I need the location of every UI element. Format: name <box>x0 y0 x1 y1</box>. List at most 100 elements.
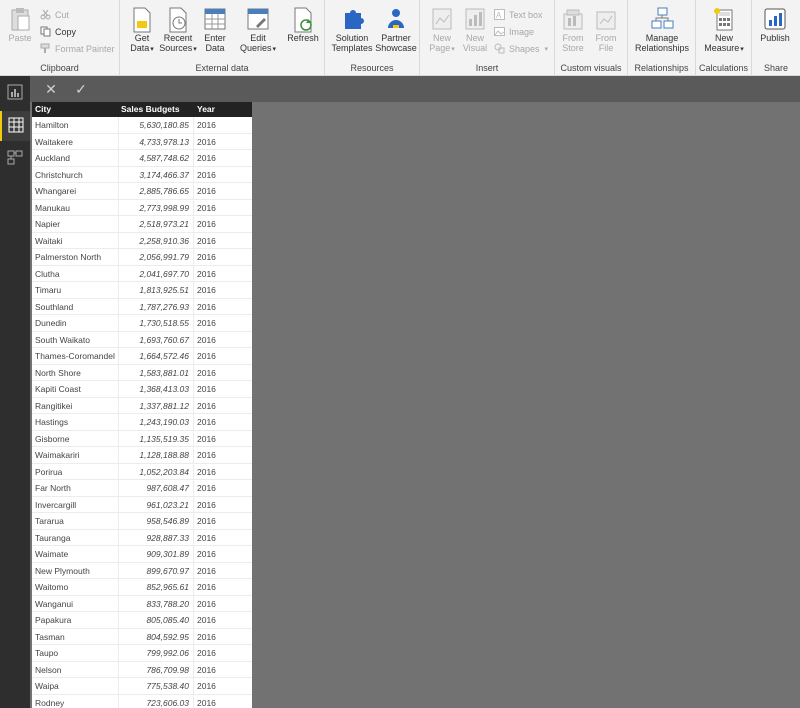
edit-queries-button[interactable]: Edit Queries▾ <box>238 6 278 55</box>
table-row[interactable]: Porirua 1,052,203.84 2016 <box>32 463 252 480</box>
year-cell[interactable]: 2016 <box>194 464 252 480</box>
year-cell[interactable]: 2016 <box>194 150 252 166</box>
year-cell[interactable]: 2016 <box>194 282 252 298</box>
year-cell[interactable]: 2016 <box>194 134 252 150</box>
city-cell[interactable]: Christchurch <box>32 167 118 183</box>
year-cell[interactable]: 2016 <box>194 447 252 463</box>
table-row[interactable]: Hastings 1,243,190.03 2016 <box>32 414 252 431</box>
city-cell[interactable]: Rodney <box>32 695 118 708</box>
city-cell[interactable]: Thames-Coromandel <box>32 348 118 364</box>
year-cell[interactable]: 2016 <box>194 563 252 579</box>
city-cell[interactable]: Palmerston North <box>32 249 118 265</box>
sales-budgets-cell[interactable]: 1,730,518.55 <box>118 315 194 331</box>
sales-budgets-cell[interactable]: 852,965.61 <box>118 579 194 595</box>
format-painter-button[interactable]: Format Painter <box>40 43 115 54</box>
table-row[interactable]: Kapiti Coast 1,368,413.03 2016 <box>32 381 252 398</box>
new-measure-button[interactable]: New Measure▾ <box>704 6 744 55</box>
city-cell[interactable]: Tararua <box>32 513 118 529</box>
year-cell[interactable]: 2016 <box>194 266 252 282</box>
refresh-button[interactable]: Refresh <box>283 6 323 43</box>
table-row[interactable]: Tasman 804,592.95 2016 <box>32 628 252 645</box>
city-cell[interactable]: Far North <box>32 480 118 496</box>
cut-button[interactable]: Cut <box>40 9 69 20</box>
city-cell[interactable]: New Plymouth <box>32 563 118 579</box>
table-row[interactable]: Dunedin 1,730,518.55 2016 <box>32 315 252 332</box>
year-cell[interactable]: 2016 <box>194 645 252 661</box>
city-cell[interactable]: Hastings <box>32 414 118 430</box>
city-cell[interactable]: Dunedin <box>32 315 118 331</box>
city-cell[interactable]: Napier <box>32 216 118 232</box>
city-cell[interactable]: Clutha <box>32 266 118 282</box>
year-cell[interactable]: 2016 <box>194 497 252 513</box>
year-cell[interactable]: 2016 <box>194 299 252 315</box>
sales-budgets-cell[interactable]: 2,885,786.65 <box>118 183 194 199</box>
year-cell[interactable]: 2016 <box>194 332 252 348</box>
sales-budgets-cell[interactable]: 1,787,276.93 <box>118 298 194 314</box>
year-cell[interactable]: 2016 <box>194 167 252 183</box>
sales-budgets-cell[interactable]: 1,128,188.88 <box>118 447 194 463</box>
new-visual-button[interactable]: New Visual <box>455 6 495 53</box>
year-cell[interactable]: 2016 <box>194 200 252 216</box>
table-row[interactable]: Thames-Coromandel 1,664,572.46 2016 <box>32 348 252 365</box>
image-button[interactable]: Image <box>494 26 534 37</box>
table-row[interactable]: Waimate 909,301.89 2016 <box>32 546 252 563</box>
table-row[interactable]: Taupo 799,992.06 2016 <box>32 645 252 662</box>
year-cell[interactable]: 2016 <box>194 431 252 447</box>
year-cell[interactable]: 2016 <box>194 398 252 414</box>
table-row[interactable]: South Waikato 1,693,760.67 2016 <box>32 331 252 348</box>
city-cell[interactable]: Wanganui <box>32 596 118 612</box>
city-cell[interactable]: Invercargill <box>32 497 118 513</box>
year-cell[interactable]: 2016 <box>194 233 252 249</box>
sales-budgets-cell[interactable]: 928,887.33 <box>118 529 194 545</box>
city-cell[interactable]: Hamilton <box>32 117 118 133</box>
commit-formula-button[interactable]: ✓ <box>68 79 94 99</box>
city-cell[interactable]: Waimate <box>32 546 118 562</box>
sales-budgets-cell[interactable]: 1,693,760.67 <box>118 331 194 347</box>
from-file-button[interactable]: From File <box>586 6 626 53</box>
city-cell[interactable]: Tauranga <box>32 530 118 546</box>
sales-budgets-cell[interactable]: 2,041,697.70 <box>118 265 194 281</box>
table-row[interactable]: Rodney 723,606.03 2016 <box>32 694 252 708</box>
year-cell[interactable]: 2016 <box>194 348 252 364</box>
year-cell[interactable]: 2016 <box>194 546 252 562</box>
sales-budgets-cell[interactable]: 1,052,203.84 <box>118 463 194 479</box>
sales-budgets-cell[interactable]: 958,546.89 <box>118 513 194 529</box>
cancel-formula-button[interactable]: ✕ <box>38 79 64 99</box>
year-cell[interactable]: 2016 <box>194 513 252 529</box>
city-cell[interactable]: Waitaki <box>32 233 118 249</box>
sales-budgets-cell[interactable]: 1,664,572.46 <box>118 348 194 364</box>
table-row[interactable]: New Plymouth 899,670.97 2016 <box>32 562 252 579</box>
table-row[interactable]: Southland 1,787,276.93 2016 <box>32 298 252 315</box>
year-cell[interactable]: 2016 <box>194 695 252 708</box>
sales-budgets-cell[interactable]: 2,056,991.79 <box>118 249 194 265</box>
column-header-sales-budgets[interactable]: Sales Budgets <box>118 102 194 117</box>
paste-button[interactable]: Paste <box>0 6 40 43</box>
table-row[interactable]: Waitaki 2,258,910.36 2016 <box>32 232 252 249</box>
table-row[interactable]: Papakura 805,085.40 2016 <box>32 612 252 629</box>
column-header-year[interactable]: Year <box>194 102 252 117</box>
city-cell[interactable]: Timaru <box>32 282 118 298</box>
city-cell[interactable]: Papakura <box>32 612 118 628</box>
report-view-button[interactable] <box>0 78 30 108</box>
table-row[interactable]: Auckland 4,587,748.62 2016 <box>32 150 252 167</box>
city-cell[interactable]: Nelson <box>32 662 118 678</box>
city-cell[interactable]: Manukau <box>32 200 118 216</box>
sales-budgets-cell[interactable]: 2,258,910.36 <box>118 232 194 248</box>
city-cell[interactable]: Whangarei <box>32 183 118 199</box>
sales-budgets-cell[interactable]: 899,670.97 <box>118 562 194 578</box>
table-row[interactable]: Tauranga 928,887.33 2016 <box>32 529 252 546</box>
relationships-view-button[interactable] <box>0 143 30 173</box>
year-cell[interactable]: 2016 <box>194 480 252 496</box>
table-row[interactable]: Timaru 1,813,925.51 2016 <box>32 282 252 299</box>
sales-budgets-cell[interactable]: 833,788.20 <box>118 595 194 611</box>
city-cell[interactable]: South Waikato <box>32 332 118 348</box>
year-cell[interactable]: 2016 <box>194 365 252 381</box>
sales-budgets-cell[interactable]: 1,135,519.35 <box>118 430 194 446</box>
enter-data-button[interactable]: Enter Data <box>195 6 235 53</box>
sales-budgets-cell[interactable]: 1,243,190.03 <box>118 414 194 430</box>
sales-budgets-cell[interactable]: 4,587,748.62 <box>118 150 194 166</box>
table-row[interactable]: Waitomo 852,965.61 2016 <box>32 579 252 596</box>
year-cell[interactable]: 2016 <box>194 117 252 133</box>
table-row[interactable]: Christchurch 3,174,466.37 2016 <box>32 166 252 183</box>
table-row[interactable]: Clutha 2,041,697.70 2016 <box>32 265 252 282</box>
